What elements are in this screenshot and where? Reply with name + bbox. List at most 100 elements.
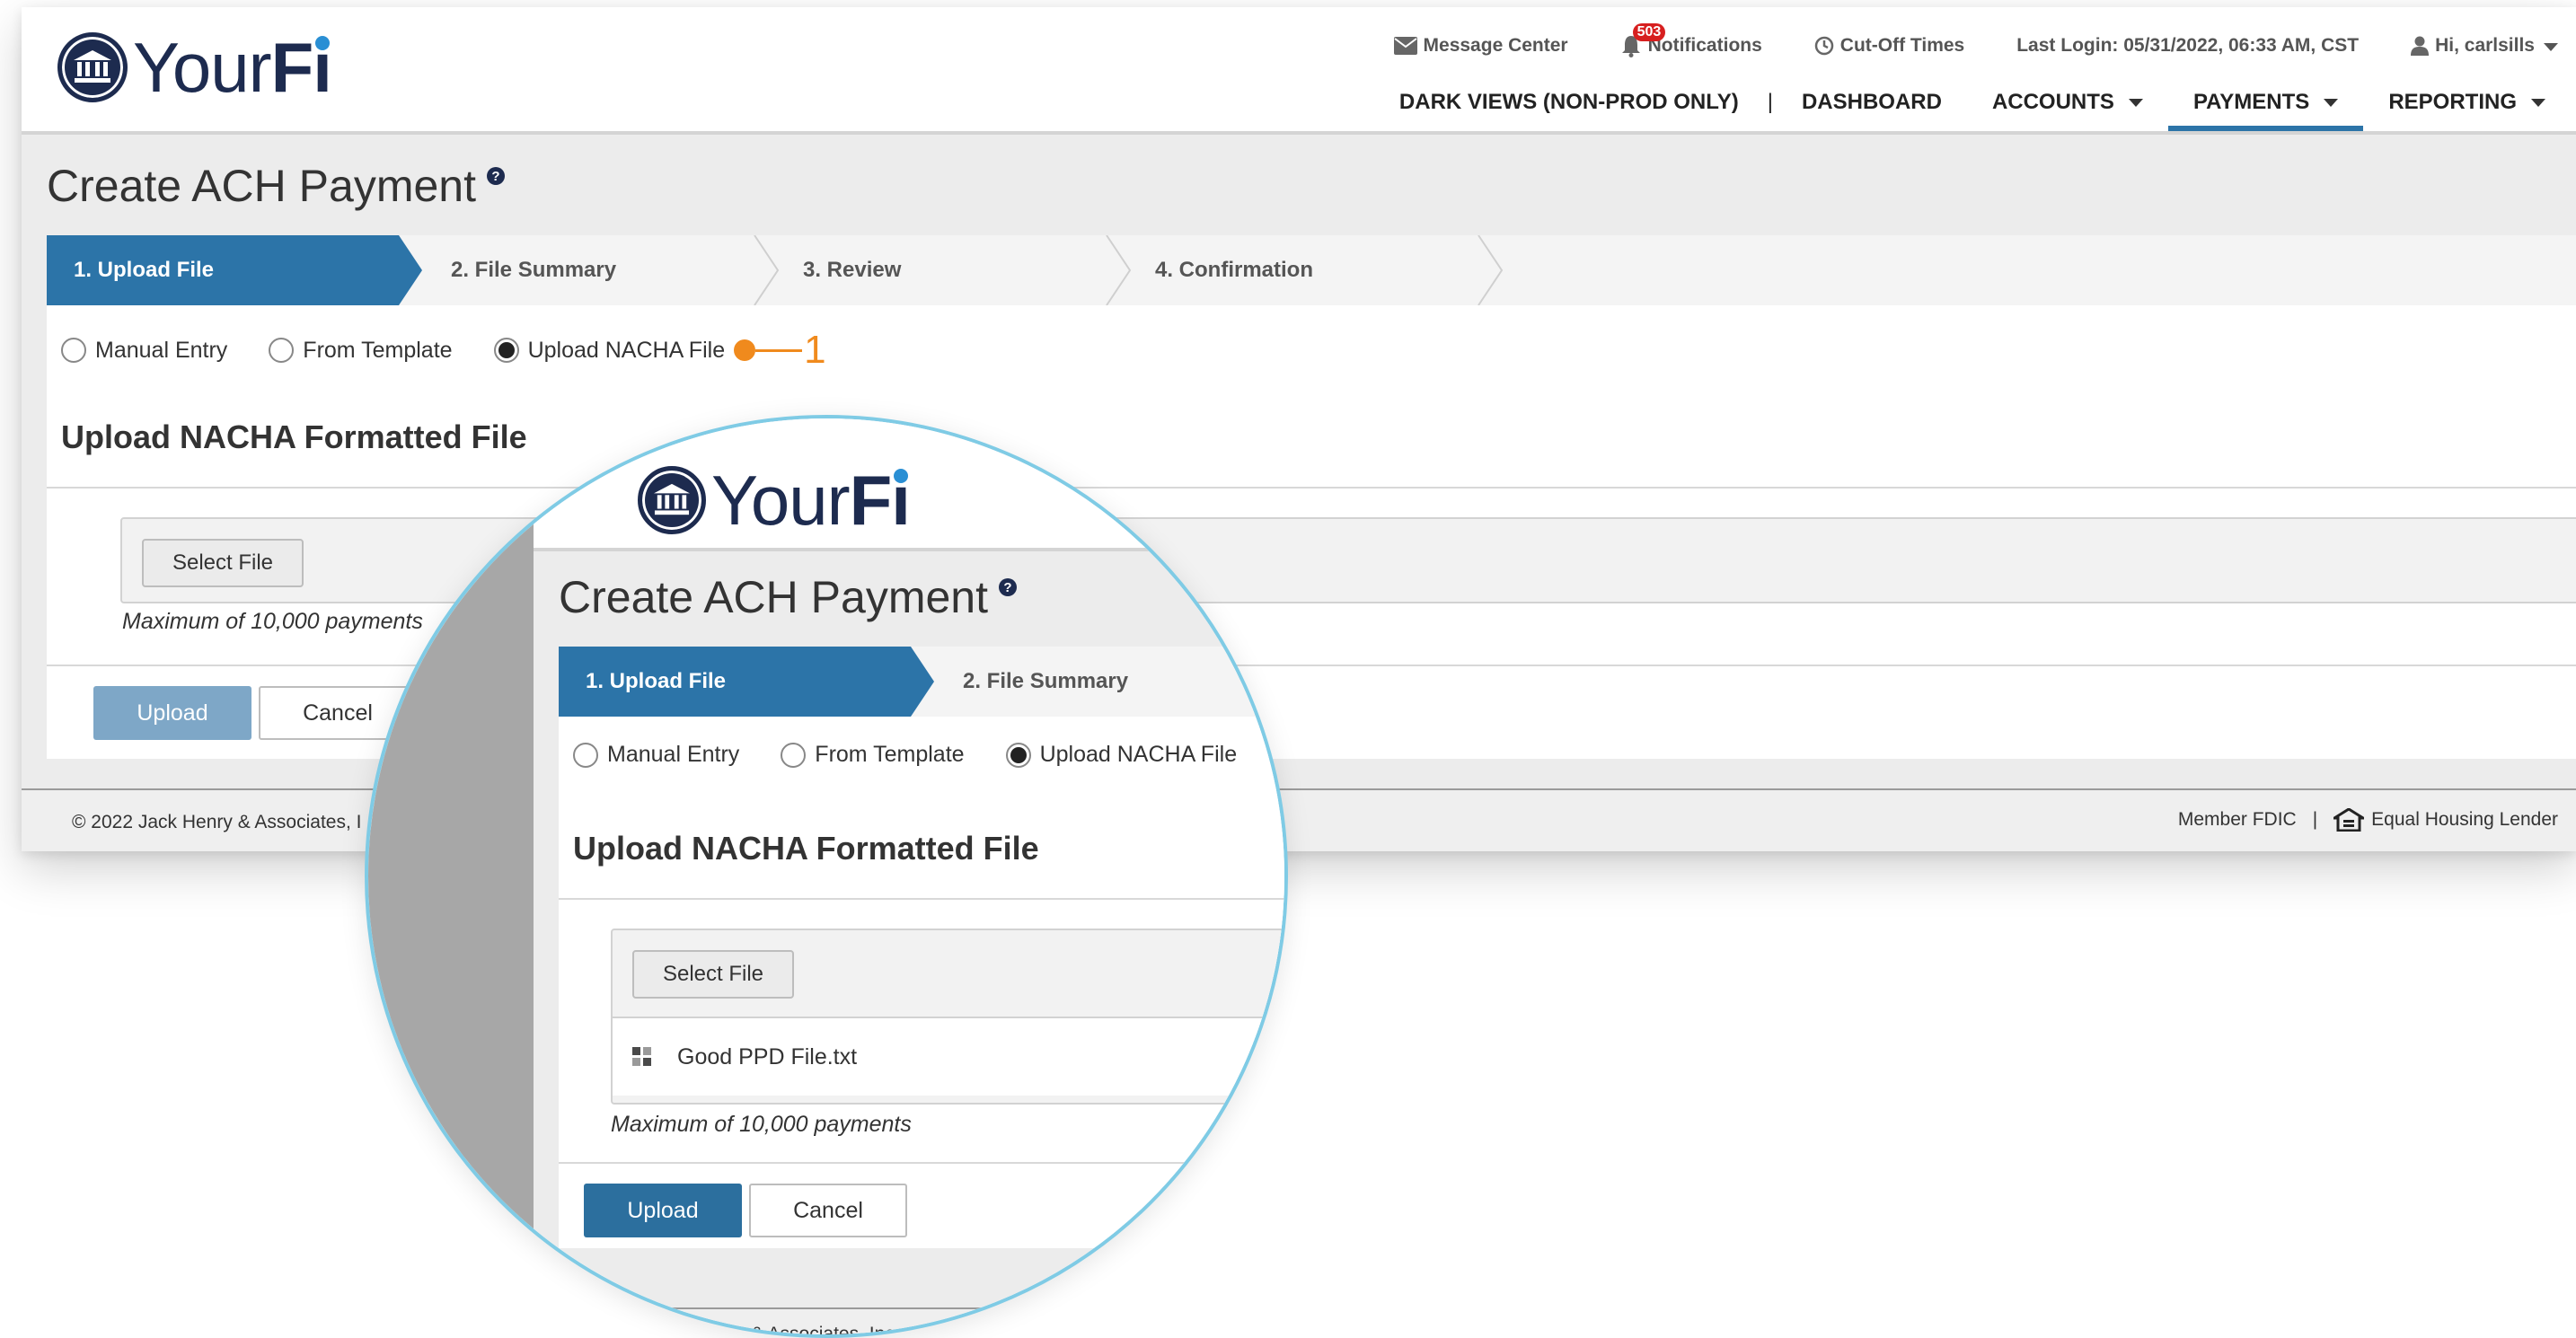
zoom-selected-file-name: Good PPD File.txt (677, 1043, 858, 1070)
zoom-page-title-text: Create ACH Payment (559, 572, 988, 622)
zoom-actions-divider (559, 1162, 1284, 1164)
callout-line (755, 348, 803, 352)
step-confirmation[interactable]: 4. Confirmation (1155, 235, 1313, 305)
footer-right: Member FDIC | Equal Housing Lender (2178, 808, 2558, 832)
zoom-selected-file-row: Good PPD File.txt (613, 1017, 1284, 1096)
zoom-content: YourFi Create ACH Payment ? 1. Upload Fi… (368, 418, 1284, 1338)
select-file-button[interactable]: Select File (142, 539, 304, 587)
zoom-file-select-box: Select File Good PPD File.txt (611, 929, 1284, 1105)
step-callout: 1 (734, 328, 826, 372)
radio-from-template-label: From Template (303, 337, 453, 363)
zoom-top-bar: YourFi (534, 418, 1284, 551)
zoom-radio-from-template-label: From Template (815, 742, 965, 767)
zoom-max-payments-note: Maximum of 10,000 payments (611, 1112, 912, 1137)
equal-housing-lender: Equal Housing Lender (2371, 809, 2558, 830)
nav-reporting[interactable]: REPORTING (2363, 90, 2571, 131)
member-fdic: Member FDIC (2177, 809, 2297, 830)
user-greeting: Hi, carlsills (2435, 35, 2535, 56)
zoom-upload-button: Upload (584, 1184, 742, 1237)
yourfi-logo[interactable]: YourFi (57, 32, 332, 102)
utility-nav: Message Center 503 Notifications Cut-Off… (1342, 23, 2558, 59)
zoom-radio-from-template-circle (781, 742, 807, 768)
zoom-footer-tail: Te (943, 1324, 964, 1338)
zoom-radio-from-template: From Template (781, 742, 965, 768)
radio-upload-nacha-circle[interactable] (493, 338, 519, 363)
zoom-footer-separator: | (922, 1324, 927, 1338)
step-4-divider (1478, 235, 1504, 305)
top-bar: YourFi Message Center 503 Notifications … (22, 7, 2576, 135)
zoom-logo-text-light: Your (711, 461, 851, 540)
zoom-yourfi-logo: YourFi (638, 465, 911, 535)
cutoff-times-link[interactable]: Cut-Off Times (1814, 35, 1964, 57)
entry-method-radios: Manual Entry From Template Upload NACHA … (61, 330, 826, 370)
radio-manual-entry[interactable]: Manual Entry (61, 338, 227, 364)
footer-separator: | (2312, 809, 2318, 830)
upload-button[interactable]: Upload (93, 686, 251, 740)
nav-dashboard[interactable]: DASHBOARD (1777, 90, 1967, 131)
nav-dark-views[interactable]: DARK VIEWS (NON-PROD ONLY) (1374, 90, 1764, 131)
zoom-section-divider (559, 898, 1284, 900)
zoom-section-title: Upload NACHA Formatted File (573, 830, 1039, 867)
footer-copyright: © 2022 Jack Henry & Associates, I (72, 812, 362, 832)
page-title: Create ACH Payment ? (47, 160, 505, 212)
user-menu-caret-icon (2544, 42, 2558, 51)
nav-accounts[interactable]: ACCOUNTS (1967, 90, 2168, 131)
cutoff-times-label: Cut-Off Times (1839, 35, 1965, 56)
zoom-step-wizard: 1. Upload File 2. File Summary (559, 647, 1284, 717)
radio-manual-entry-label: Manual Entry (95, 337, 228, 363)
user-menu[interactable]: Hi, carlsills (2411, 35, 2558, 57)
zoom-logo-dot (893, 469, 908, 483)
zoom-radio-manual-entry-circle (573, 742, 598, 768)
page-title-text: Create ACH Payment (47, 161, 476, 211)
zoom-radio-manual-entry: Manual Entry (573, 742, 739, 768)
radio-upload-nacha-label: Upload NACHA File (527, 337, 726, 363)
radio-from-template[interactable]: From Template (269, 337, 453, 364)
nav-separator: | (1767, 90, 1773, 114)
step-file-summary[interactable]: 2. File Summary (451, 235, 616, 305)
notifications-link[interactable]: 503 Notifications (1620, 23, 1762, 57)
zoom-help-icon: ? (998, 578, 1017, 596)
message-center-link[interactable]: Message Center (1393, 35, 1568, 57)
step-3-divider (1106, 235, 1132, 305)
step-2-divider (754, 235, 780, 305)
bank-seal-icon (57, 32, 128, 102)
nav-dashboard-label: DASHBOARD (1801, 90, 1942, 114)
file-grid-icon (632, 1047, 651, 1066)
zoom-radio-upload-nacha: Upload NACHA File (1005, 742, 1238, 768)
zoom-radio-manual-entry-label: Manual Entry (607, 742, 740, 767)
zoom-upload-panel: Manual Entry From Template Upload NACHA … (559, 717, 1284, 1248)
zoom-radio-upload-nacha-label: Upload NACHA File (1039, 742, 1238, 767)
notifications-label: Notifications (1647, 35, 1762, 56)
zoom-step-upload-file: 1. Upload File (586, 669, 727, 693)
radio-upload-nacha[interactable]: Upload NACHA File (493, 337, 726, 364)
zoom-footer-text: Henry & Associates, Inc. (695, 1324, 900, 1338)
zoom-select-file-button: Select File (632, 950, 794, 999)
step-review[interactable]: 3. Review (803, 235, 901, 305)
callout-dot (734, 339, 756, 361)
zoom-window: YourFi Create ACH Payment ? 1. Upload Fi… (534, 418, 1284, 1338)
zoom-gutter (368, 418, 534, 1334)
logo-text-light: Your (133, 28, 272, 107)
notifications-count-badge: 503 (1632, 23, 1666, 41)
nav-accounts-label: ACCOUNTS (1991, 90, 2114, 114)
callout-number: 1 (804, 328, 826, 372)
step-wizard: 1. Upload File 2. File Summary 3. Review… (47, 235, 2576, 305)
envelope-icon (1393, 37, 1417, 55)
radio-manual-entry-circle[interactable] (61, 338, 86, 363)
logo-dot (314, 36, 330, 50)
chevron-down-icon (2531, 99, 2545, 107)
help-icon[interactable]: ? (486, 167, 505, 185)
zoom-cancel-button: Cancel (749, 1184, 907, 1237)
main-nav: DARK VIEWS (NON-PROD ONLY) | DASHBOARD A… (1374, 90, 2571, 131)
chevron-down-icon (2324, 99, 2339, 107)
zoom-entry-method-radios: Manual Entry From Template Upload NACHA … (573, 742, 1278, 768)
message-center-label: Message Center (1423, 35, 1568, 56)
zoom-page-title: Create ACH Payment ? (559, 571, 1017, 623)
nav-payments-label: PAYMENTS (2192, 90, 2310, 114)
step-upload-file[interactable]: 1. Upload File (74, 235, 214, 305)
radio-from-template-circle[interactable] (269, 338, 295, 363)
zoom-bank-seal-icon (638, 466, 706, 534)
user-icon (2411, 36, 2430, 56)
nav-dark-views-label: DARK VIEWS (NON-PROD ONLY) (1398, 90, 1739, 114)
nav-payments[interactable]: PAYMENTS (2167, 90, 2364, 131)
